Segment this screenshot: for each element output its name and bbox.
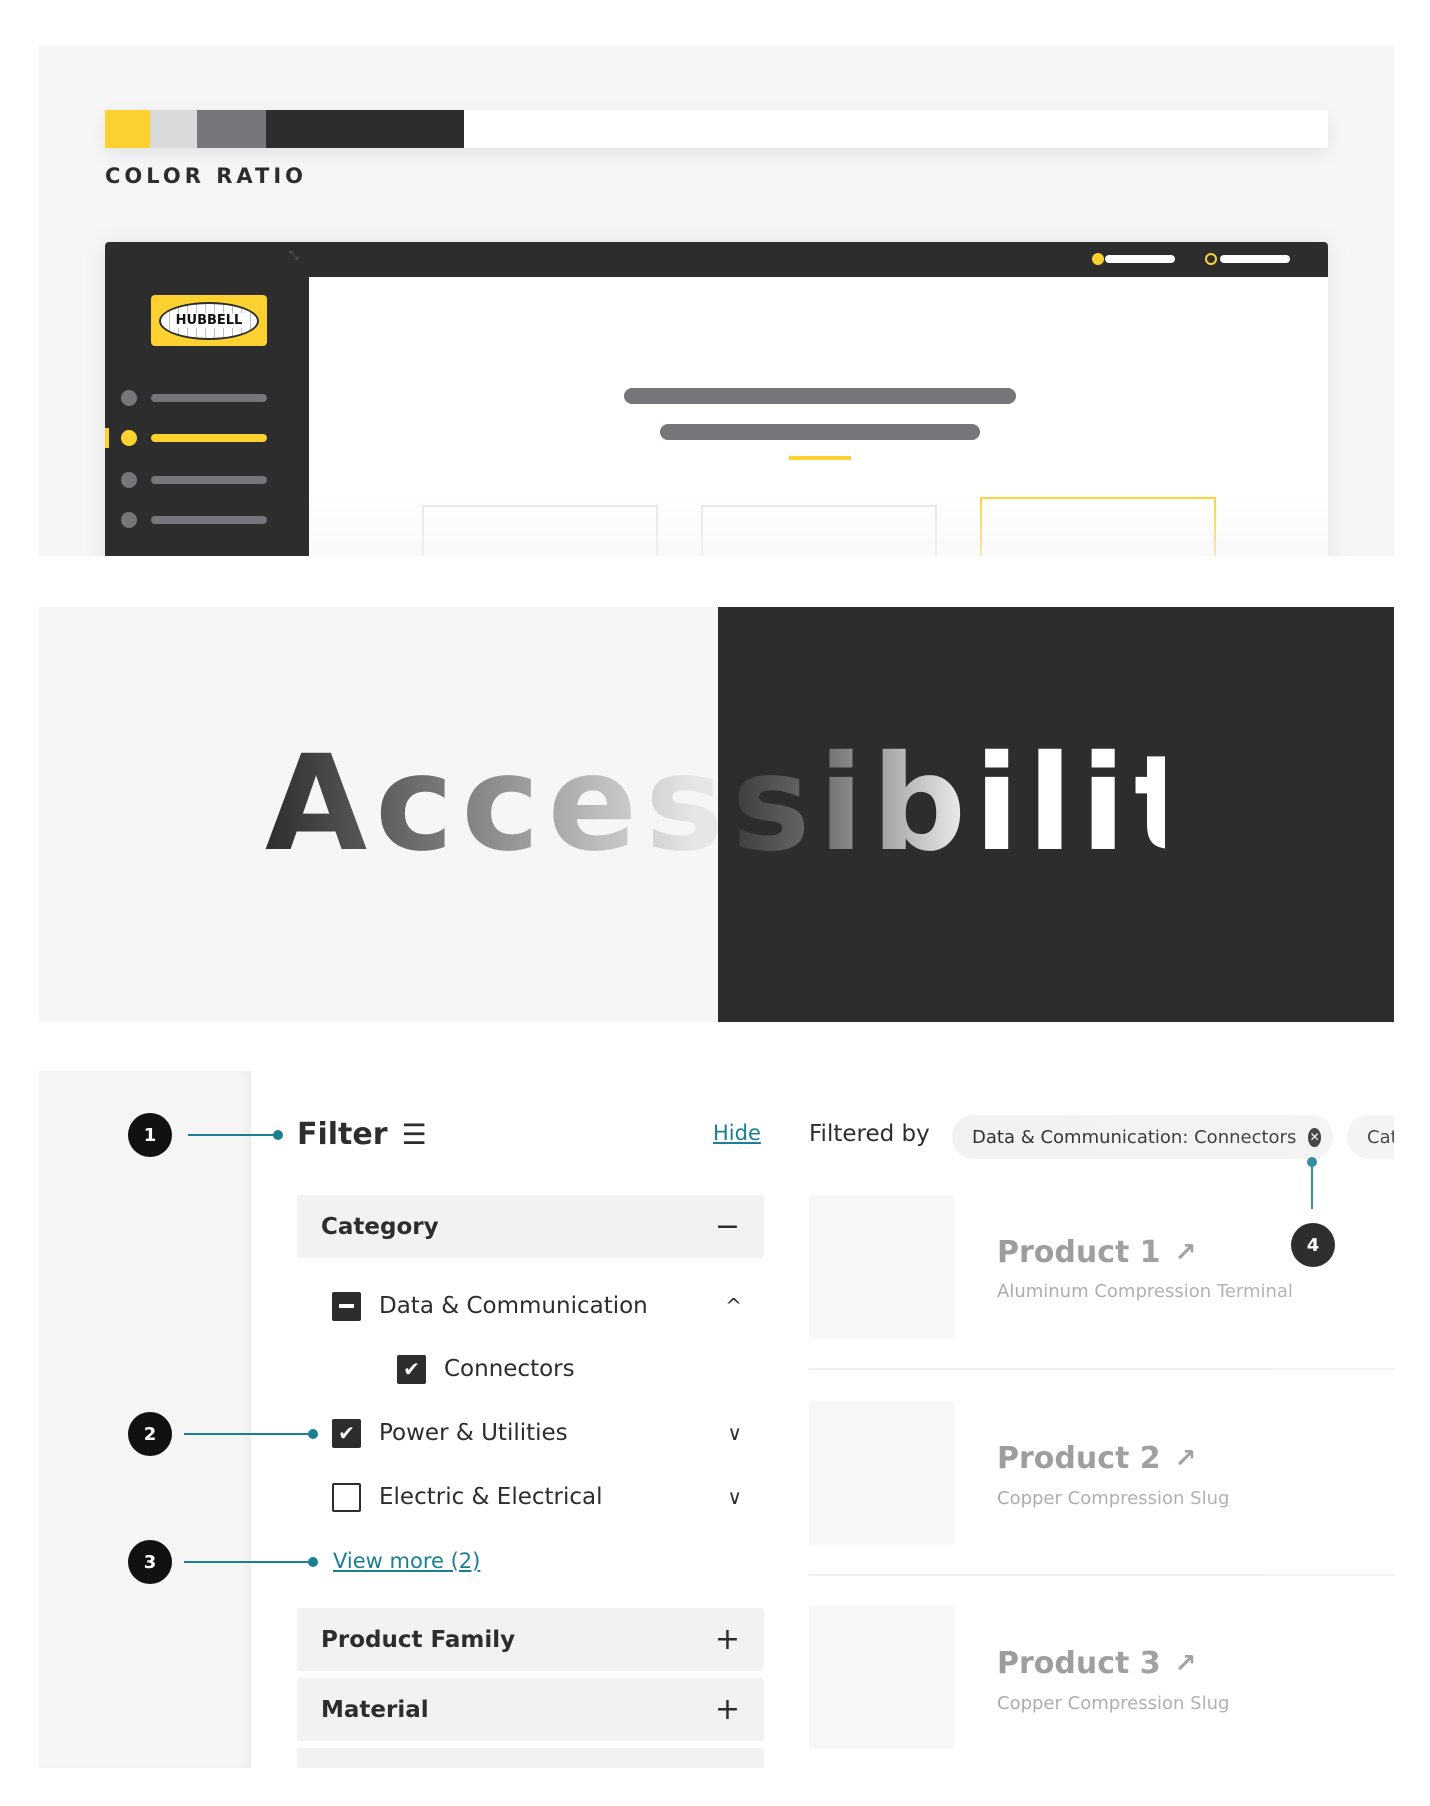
filter-title: Filter [297,1117,388,1152]
product-thumbnail[interactable] [809,1401,954,1545]
product-title[interactable]: Product 1 ↗ [997,1235,1196,1270]
option-power-utilities[interactable]: ✔ Power & Utilities ∨ [332,1418,742,1448]
view-more-link[interactable]: View more (2) [333,1549,480,1573]
hide-link[interactable]: Hide [713,1121,761,1145]
annotation-leader [188,1130,283,1140]
filter-heading: Filter ☰ [297,1117,427,1152]
accordion-label: Material [321,1696,429,1723]
accessibility-title-dark: Accessibility [718,725,1291,883]
annotation-badge-1: 1 [128,1113,172,1157]
annotation-badge-4: 4 [1291,1223,1335,1267]
chevron-down-icon[interactable]: ∨ [727,1421,742,1445]
external-link-icon[interactable]: ↗ [1175,1444,1197,1474]
divider [809,1368,1394,1370]
chevron-down-icon[interactable]: ∨ [727,1485,742,1509]
chevron-up-icon[interactable]: ^ [725,1294,742,1318]
collapse-arrows-icon[interactable]: ⤡ [289,248,299,263]
topbar-link[interactable] [1105,255,1175,263]
mockup-nav-item[interactable] [121,472,309,488]
swatch-yellow [105,110,150,148]
option-data-communication[interactable]: Data & Communication ^ [332,1291,742,1321]
swatch-white [464,110,1328,148]
filter-chip-label: Cat [1367,1126,1394,1148]
mockup-nav-item[interactable] [121,390,309,406]
filtered-by-label: Filtered by [809,1121,930,1147]
checkbox-indeterminate[interactable] [332,1291,361,1321]
external-link-icon[interactable]: ↗ [1175,1649,1197,1679]
hubbell-logo: HUBBELL [151,295,267,346]
swatch-gray [197,110,266,148]
annotation-leader [184,1557,318,1567]
checkbox-unchecked[interactable] [332,1482,361,1512]
option-electric-electrical[interactable]: Electric & Electrical ∨ [332,1482,742,1512]
external-link-icon[interactable]: ↗ [1175,1238,1197,1268]
divider [809,1574,1394,1576]
checkbox-checked[interactable]: ✔ [397,1354,426,1384]
accessibility-panel: Accessibility Accessibility [39,607,1394,1022]
ring-dot-icon [1205,253,1217,265]
product-subtitle: Aluminum Compression Terminal [997,1281,1293,1302]
color-ratio-label: COLOR RATIO [105,164,308,188]
ui-mockup: ⤡ HUBBELL [105,242,1328,556]
plus-icon: + [714,1692,740,1727]
plus-icon: + [714,1622,740,1657]
accordion-label: Category [321,1213,439,1240]
annotation-leader [184,1429,318,1439]
accessibility-dark-half: Accessibility [718,607,1394,1022]
topbar-link[interactable] [1220,255,1290,263]
filter-chip-label: Data & Communication: Connectors [972,1126,1297,1148]
active-indicator [105,428,109,448]
accordion-product-family[interactable]: Product Family + [297,1608,764,1671]
mockup-nav-item-active[interactable] [121,430,309,446]
list-icon[interactable]: ☰ [402,1118,427,1151]
product-subtitle: Copper Compression Slug [997,1488,1230,1509]
swatch-dark [266,110,464,148]
filter-chip[interactable]: Cat [1347,1115,1394,1159]
product-subtitle: Copper Compression Slug [997,1693,1230,1714]
option-label: Connectors [444,1356,575,1382]
accent-underline [789,456,851,460]
annotation-leader-dot [1307,1157,1317,1167]
product-title[interactable]: Product 2 ↗ [997,1441,1196,1476]
color-ratio-bar [105,110,1328,148]
swatch-light-gray [150,110,197,148]
product-thumbnail[interactable] [809,1605,954,1749]
option-label: Power & Utilities [379,1420,568,1446]
mockup-nav-item[interactable] [121,512,309,528]
fade-overlay [309,492,1328,556]
accordion-next[interactable] [297,1748,764,1768]
accordion-material[interactable]: Material + [297,1678,764,1741]
minus-icon: − [714,1209,740,1244]
checkbox-checked[interactable]: ✔ [332,1418,361,1448]
placeholder-heading [624,388,1016,404]
option-label: Data & Communication [379,1293,648,1319]
annotation-badge-2: 2 [128,1412,172,1456]
close-circle-icon[interactable]: ✕ [1308,1127,1321,1147]
mockup-topbar [309,242,1328,277]
accordion-label: Product Family [321,1626,516,1653]
product-title[interactable]: Product 3 ↗ [997,1646,1196,1681]
color-ratio-panel: COLOR RATIO ⤡ HUBBELL [39,46,1394,556]
filled-dot-icon [1092,253,1104,265]
accessibility-light-half: Accessibility [39,607,718,1022]
option-connectors[interactable]: ✔ Connectors [397,1354,575,1384]
mockup-sidebar: ⤡ HUBBELL [105,242,309,556]
accordion-category[interactable]: Category − [297,1195,764,1258]
filter-chip[interactable]: Data & Communication: Connectors ✕ [952,1115,1333,1159]
accessibility-title: Accessibility [265,725,718,883]
filter-panel: 1 2 3 Filter ☰ Hide Filtered by Data & C… [39,1071,1394,1768]
placeholder-subheading [660,424,980,440]
annotation-badge-3: 3 [128,1540,172,1584]
option-label: Electric & Electrical [379,1484,603,1510]
product-thumbnail[interactable] [809,1195,954,1339]
